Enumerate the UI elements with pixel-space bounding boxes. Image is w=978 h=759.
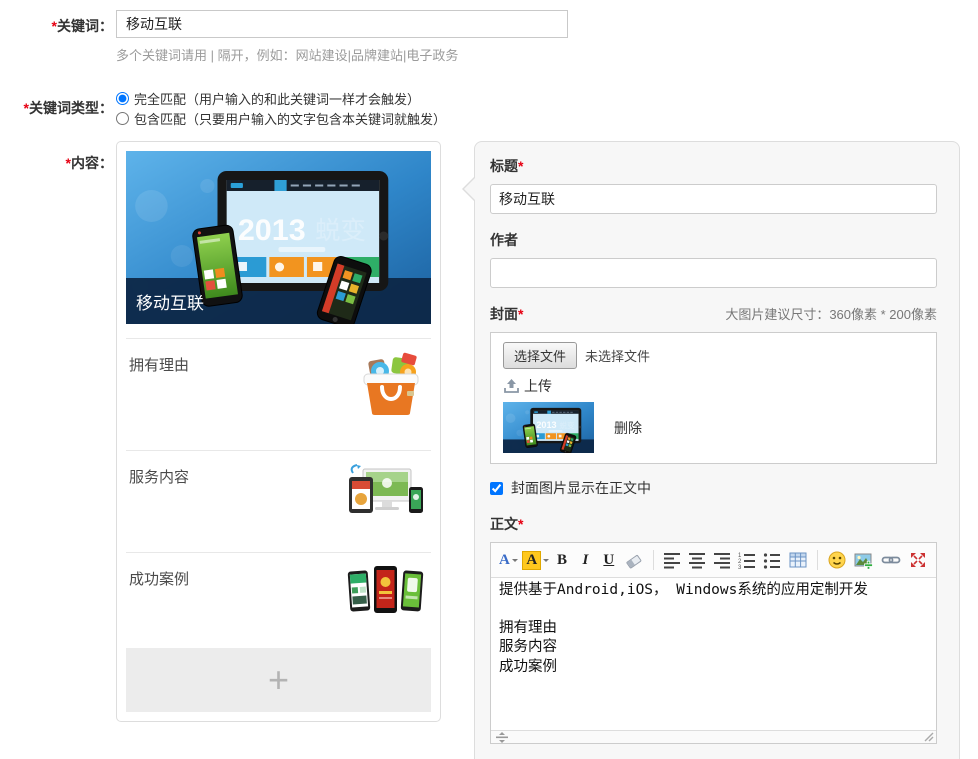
devices-icon: [345, 463, 425, 524]
chevron-down-icon: [543, 559, 549, 565]
smiley-icon: [827, 550, 847, 570]
plus-icon: +: [268, 659, 289, 701]
choose-file-button[interactable]: 选择文件: [503, 342, 577, 369]
unordered-list-icon: [763, 551, 781, 569]
content-row: *内容： 移动互联 拥有理由: [0, 141, 978, 759]
insert-image-button[interactable]: [854, 549, 874, 571]
toolbar-separator: [817, 550, 818, 570]
ordered-list-icon: 123: [738, 551, 756, 569]
eraser-icon: [624, 550, 644, 570]
fullscreen-button[interactable]: [908, 549, 928, 571]
exact-match-label: 完全匹配（用户输入的和此关键词一样才会触发）: [134, 89, 420, 108]
show-cover-label: 封面图片显示在正文中: [511, 478, 651, 498]
emoticon-button[interactable]: [827, 549, 847, 571]
author-label: 作者: [490, 230, 937, 250]
show-cover-row[interactable]: 封面图片显示在正文中: [490, 478, 937, 498]
keyword-type-label: *关键词类型：: [0, 88, 113, 118]
cover-thumbnail: [503, 402, 594, 453]
editor-resize-bar: [491, 730, 936, 743]
hero-caption: 移动互联: [136, 289, 204, 314]
bold-button[interactable]: B: [554, 549, 570, 571]
radio-option-contains[interactable]: 包含匹配（只要用户输入的文字包含本关键词就触发）: [116, 108, 446, 128]
app-bag-icon: [357, 351, 425, 424]
body-label: 正文*: [490, 514, 937, 534]
keyword-row: *关键词：: [0, 10, 978, 38]
align-center-icon: [688, 551, 706, 569]
unordered-list-button[interactable]: [763, 549, 781, 571]
delete-cover-link[interactable]: 删除: [614, 418, 642, 438]
upload-label: 上传: [524, 376, 552, 396]
cover-upload-box: 选择文件 未选择文件 上传 删除: [490, 332, 937, 464]
resize-corner-grip[interactable]: [923, 731, 934, 742]
cover-size-hint: 大图片建议尺寸：360像素 * 200像素: [725, 304, 937, 323]
rich-text-editor: A A B I U: [490, 542, 937, 744]
content-edit-page: *关键词： 多个关键词请用 | 隔开，例如：网站建设|品牌建站|电子政务 *关键…: [0, 10, 978, 759]
keyword-type-row: *关键词类型： 完全匹配（用户输入的和此关键词一样才会触发） 包含匹配（只要用户…: [0, 88, 978, 128]
contains-match-radio[interactable]: [116, 112, 129, 125]
phones-icon: [347, 565, 425, 620]
table-button[interactable]: [788, 549, 808, 571]
keyword-input[interactable]: [116, 10, 568, 38]
editor-content[interactable]: 提供基于Android,iOS， Windows系统的应用定制开发 拥有理由 服…: [491, 578, 936, 730]
edit-panel: 标题* 作者 封面* 大图片建议尺寸：360像素 * 200像素 选择文件 未选…: [474, 141, 960, 759]
preview-card: 移动互联 拥有理由: [116, 141, 441, 722]
keyword-hint: 多个关键词请用 | 隔开，例如：网站建设|品牌建站|电子政务: [116, 45, 978, 64]
keyword-label: *关键词：: [0, 10, 113, 36]
required-asterisk: *: [518, 516, 523, 532]
svg-text:3: 3: [738, 565, 742, 569]
radio-option-exact[interactable]: 完全匹配（用户输入的和此关键词一样才会触发）: [116, 88, 446, 108]
preview-item-services[interactable]: 服务内容: [126, 450, 431, 538]
content-label: *内容：: [0, 141, 113, 173]
align-right-icon: [713, 551, 731, 569]
resize-vertical-handle[interactable]: [495, 732, 509, 743]
align-left-button[interactable]: [663, 549, 681, 571]
remove-format-button[interactable]: [624, 549, 644, 571]
align-left-icon: [663, 551, 681, 569]
add-content-button[interactable]: +: [126, 648, 431, 712]
italic-button[interactable]: I: [577, 549, 593, 571]
align-center-button[interactable]: [688, 549, 706, 571]
show-cover-checkbox[interactable]: [490, 482, 503, 495]
fullscreen-icon: [908, 550, 928, 570]
toolbar-separator: [653, 550, 654, 570]
contains-match-label: 包含匹配（只要用户输入的文字包含本关键词就触发）: [134, 109, 446, 128]
image-icon: [854, 550, 874, 570]
link-icon: [881, 550, 901, 570]
insert-link-button[interactable]: [881, 549, 901, 571]
highlight-color-button[interactable]: A: [525, 549, 547, 571]
required-asterisk: *: [518, 158, 523, 174]
table-icon: [788, 550, 808, 570]
keyword-type-options: 完全匹配（用户输入的和此关键词一样才会触发） 包含匹配（只要用户输入的文字包含本…: [116, 88, 446, 128]
hero-preview[interactable]: 移动互联: [126, 151, 431, 324]
upload-button[interactable]: 上传: [503, 376, 924, 396]
font-color-button[interactable]: A: [499, 549, 518, 571]
author-input[interactable]: [490, 258, 937, 288]
exact-match-radio[interactable]: [116, 92, 129, 105]
chevron-down-icon: [512, 559, 518, 565]
ordered-list-button[interactable]: 123: [738, 549, 756, 571]
preview-item-cases[interactable]: 成功案例: [126, 552, 431, 634]
title-input[interactable]: [490, 184, 937, 214]
align-right-button[interactable]: [713, 549, 731, 571]
title-label: 标题*: [490, 156, 937, 176]
upload-icon: [503, 378, 520, 394]
no-file-text: 未选择文件: [585, 346, 650, 365]
preview-item-reasons[interactable]: 拥有理由: [126, 338, 431, 436]
editor-toolbar: A A B I U: [491, 543, 936, 578]
underline-button[interactable]: U: [601, 549, 617, 571]
required-asterisk: *: [518, 306, 523, 322]
cover-label: 封面*: [490, 304, 523, 324]
